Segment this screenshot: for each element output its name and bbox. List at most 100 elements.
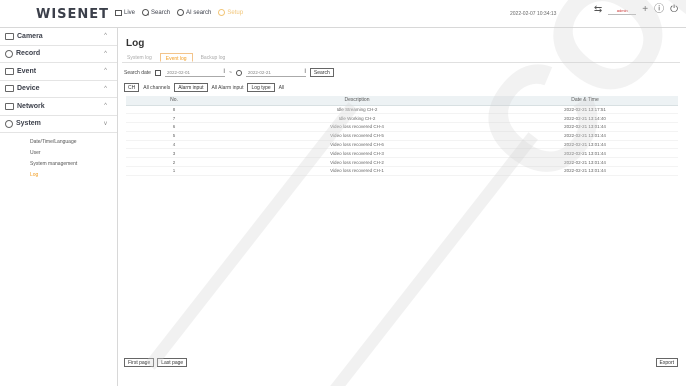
sidebar-item-event[interactable]: Event ^ xyxy=(0,63,117,81)
page-title: Log xyxy=(126,38,145,49)
cell-no: 5 xyxy=(126,131,222,141)
table-row: 6 Video loss recovered CH-4 2022-02-21 13:… xyxy=(126,122,678,132)
ai-search-icon xyxy=(177,9,185,16)
start-date-value: 2022-02-01 xyxy=(166,69,190,75)
network-icon xyxy=(5,102,14,110)
submenu-item-user[interactable]: User xyxy=(30,148,117,159)
header-bar: WISENET Live Search AI search Setup 2022… xyxy=(0,0,686,28)
record-icon xyxy=(5,49,13,58)
table-row: 2 Video loss recovered CH-2 2022-02-21 13:… xyxy=(126,157,678,168)
table-row: 5 Video loss recovered CH-5 2022-02-21 13:… xyxy=(126,131,678,141)
pagination-controls: First page Last page xyxy=(124,358,188,367)
search-row: Search date 2022-02-01 ǀ ~ 2022-02-21 ǀ … xyxy=(124,68,334,77)
nav-ai-search[interactable]: AI search xyxy=(177,9,211,16)
export-button[interactable]: Export xyxy=(655,358,678,367)
event-log-table: No. Description Date & Time 8 Idle Stream… xyxy=(126,96,678,176)
submenu-item-datetime[interactable]: Date/Time/Language xyxy=(30,137,117,148)
search-date-label: Search date xyxy=(124,69,151,76)
end-date-value: 2022-02-21 xyxy=(247,69,271,75)
first-page-button[interactable]: First page xyxy=(124,358,155,367)
user-selector[interactable]: admin xyxy=(608,6,637,15)
sidebar-item-label: Device xyxy=(17,85,40,93)
cell-no: 3 xyxy=(126,148,222,159)
cell-datetime: 2022-02-21 13:01:44 xyxy=(492,140,678,150)
log-type-button[interactable]: Log type xyxy=(247,83,275,92)
cell-no: 1 xyxy=(126,166,222,176)
cell-datetime: 2022-02-21 13:17:51 xyxy=(492,105,678,115)
nav-live-label: Live xyxy=(124,9,136,16)
nav-search[interactable]: Search xyxy=(142,9,170,16)
app-logo: WISENET xyxy=(36,7,110,22)
caret-icon: ǀ xyxy=(223,68,225,75)
sidebar-item-camera[interactable]: Camera ^ xyxy=(0,28,117,46)
table-row: 7 Idle Working CH-2 2022-02-21 13:14:40 xyxy=(126,113,678,124)
live-icon xyxy=(115,9,122,16)
sidebar-item-network[interactable]: Network ^ xyxy=(0,98,117,116)
setup-icon xyxy=(218,9,226,16)
chevron-up-icon: ^ xyxy=(104,85,107,92)
submenu-item-system-management[interactable]: System management xyxy=(30,159,117,170)
event-icon xyxy=(5,67,14,75)
column-header-description: Description xyxy=(222,96,492,106)
main-content: Log System log Event log Backup log Sear… xyxy=(118,28,686,386)
ch-button[interactable]: CH xyxy=(124,83,140,92)
header-right-controls: ⇆ admin + ⓘ ⏻ xyxy=(594,5,678,15)
alarm-input-button[interactable]: Alarm input xyxy=(174,83,208,92)
sidebar-item-label: System xyxy=(16,120,41,128)
nav-search-label: Search xyxy=(151,9,171,16)
caret-icon: ǀ xyxy=(304,68,306,75)
sidebar-item-system[interactable]: System v xyxy=(0,116,117,133)
sidebar-item-device[interactable]: Device ^ xyxy=(0,81,117,98)
sidebar-item-label: Camera xyxy=(17,32,43,40)
sidebar-item-label: Network xyxy=(17,102,45,110)
cell-description: Video loss recovered CH-4 xyxy=(222,122,492,132)
sidebar: Camera ^ Record ^ Event ^ Device ^ Netwo… xyxy=(0,28,118,386)
cell-no: 4 xyxy=(126,140,222,150)
system-icon xyxy=(5,119,13,128)
table-row: 3 Video loss recovered CH-3 2022-02-21 13:… xyxy=(126,148,678,159)
nav-setup[interactable]: Setup xyxy=(218,9,243,16)
search-button[interactable]: Search xyxy=(309,68,334,77)
table-row: 8 Idle Streaming CH-2 2022-02-21 13:17:51 xyxy=(126,105,678,115)
cell-datetime: 2022-02-21 13:01:44 xyxy=(492,131,678,141)
device-icon xyxy=(5,85,14,93)
submenu-item-log[interactable]: Log xyxy=(30,170,117,181)
cell-datetime: 2022-02-21 13:01:44 xyxy=(492,157,678,168)
start-date-field[interactable]: 2022-02-01 ǀ xyxy=(164,68,225,77)
tab-system-log[interactable]: System log xyxy=(122,53,157,62)
search-icon xyxy=(142,9,150,16)
clock-icon[interactable] xyxy=(235,69,242,76)
column-header-datetime: Date & Time xyxy=(492,96,678,106)
chevron-up-icon: ^ xyxy=(104,50,107,57)
sidebar-item-record[interactable]: Record ^ xyxy=(0,46,117,63)
connection-icon[interactable]: ⇆ xyxy=(594,5,602,15)
ch-value: All channels xyxy=(143,84,171,91)
end-date-field[interactable]: 2022-02-21 ǀ xyxy=(245,68,306,77)
cell-datetime: 2022-02-21 13:01:44 xyxy=(492,166,678,176)
filter-row: CH All channels Alarm input All Alarm in… xyxy=(124,83,284,92)
cell-no: 6 xyxy=(126,122,222,132)
chevron-up-icon: ^ xyxy=(104,68,107,74)
add-icon[interactable]: + xyxy=(642,5,648,15)
table-row: 4 Video loss recovered CH-6 2022-02-21 13:… xyxy=(126,140,678,150)
cell-description: Video loss recovered CH-2 xyxy=(222,157,492,168)
nav-ai-search-label: AI search xyxy=(186,9,212,16)
calendar-icon[interactable] xyxy=(154,69,161,76)
nav-live[interactable]: Live xyxy=(115,9,136,16)
log-tabs: System log Event log Backup log xyxy=(122,53,680,63)
tab-backup-log[interactable]: Backup log xyxy=(196,53,231,62)
camera-icon xyxy=(5,32,14,40)
nav-setup-label: Setup xyxy=(227,9,244,16)
tab-event-log[interactable]: Event log xyxy=(159,53,193,62)
range-separator: ~ xyxy=(228,69,232,76)
last-page-button[interactable]: Last page xyxy=(157,358,188,367)
table-header-row: No. Description Date & Time xyxy=(126,96,678,106)
chevron-down-icon: v xyxy=(104,120,107,127)
system-submenu: Date/Time/Language User System managemen… xyxy=(0,133,117,181)
logout-icon[interactable]: ⏻ xyxy=(670,5,678,15)
cell-description: Idle Streaming CH-2 xyxy=(222,105,492,115)
cell-datetime: 2022-02-21 13:01:44 xyxy=(492,148,678,159)
cell-no: 8 xyxy=(126,105,222,115)
help-icon[interactable]: ⓘ xyxy=(654,5,664,15)
alarm-input-value: All Alarm input xyxy=(211,84,244,91)
